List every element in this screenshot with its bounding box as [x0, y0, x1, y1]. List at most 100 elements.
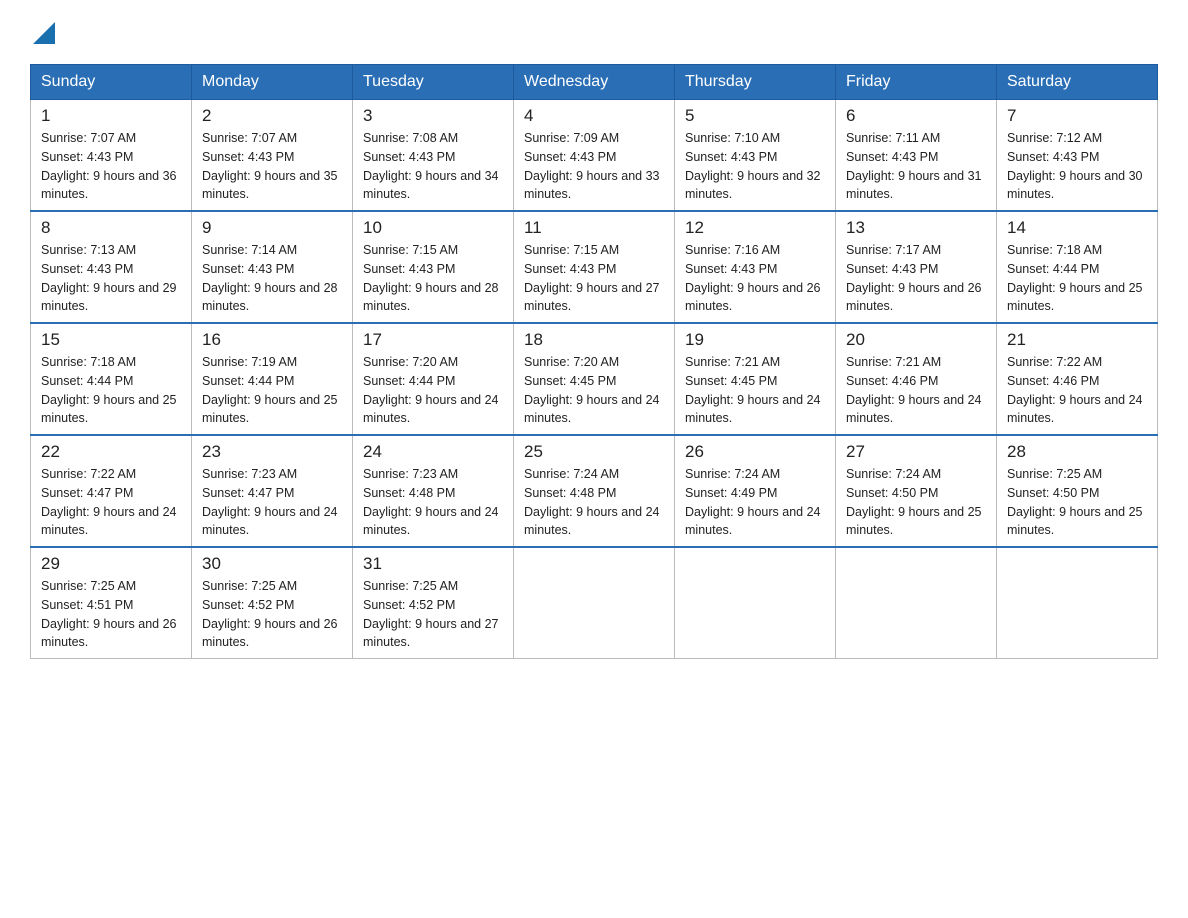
- day-info: Sunrise: 7:20 AMSunset: 4:45 PMDaylight:…: [524, 355, 660, 425]
- day-info: Sunrise: 7:22 AMSunset: 4:47 PMDaylight:…: [41, 467, 177, 537]
- weekday-header-saturday: Saturday: [997, 65, 1158, 100]
- day-number: 4: [524, 106, 664, 126]
- calendar-cell: [675, 547, 836, 659]
- week-row-5: 29 Sunrise: 7:25 AMSunset: 4:51 PMDaylig…: [31, 547, 1158, 659]
- calendar-cell: 6 Sunrise: 7:11 AMSunset: 4:43 PMDayligh…: [836, 100, 997, 212]
- calendar-cell: 12 Sunrise: 7:16 AMSunset: 4:43 PMDaylig…: [675, 211, 836, 323]
- calendar-cell: 11 Sunrise: 7:15 AMSunset: 4:43 PMDaylig…: [514, 211, 675, 323]
- calendar-cell: 13 Sunrise: 7:17 AMSunset: 4:43 PMDaylig…: [836, 211, 997, 323]
- day-info: Sunrise: 7:15 AMSunset: 4:43 PMDaylight:…: [524, 243, 660, 313]
- calendar-cell: 22 Sunrise: 7:22 AMSunset: 4:47 PMDaylig…: [31, 435, 192, 547]
- day-info: Sunrise: 7:08 AMSunset: 4:43 PMDaylight:…: [363, 131, 499, 201]
- day-number: 20: [846, 330, 986, 350]
- day-number: 30: [202, 554, 342, 574]
- day-number: 1: [41, 106, 181, 126]
- weekday-header-row: SundayMondayTuesdayWednesdayThursdayFrid…: [31, 65, 1158, 100]
- day-number: 23: [202, 442, 342, 462]
- calendar-cell: 2 Sunrise: 7:07 AMSunset: 4:43 PMDayligh…: [192, 100, 353, 212]
- calendar-cell: 26 Sunrise: 7:24 AMSunset: 4:49 PMDaylig…: [675, 435, 836, 547]
- day-info: Sunrise: 7:24 AMSunset: 4:49 PMDaylight:…: [685, 467, 821, 537]
- day-info: Sunrise: 7:24 AMSunset: 4:50 PMDaylight:…: [846, 467, 982, 537]
- day-number: 22: [41, 442, 181, 462]
- calendar-cell: 15 Sunrise: 7:18 AMSunset: 4:44 PMDaylig…: [31, 323, 192, 435]
- calendar-cell: 23 Sunrise: 7:23 AMSunset: 4:47 PMDaylig…: [192, 435, 353, 547]
- day-number: 17: [363, 330, 503, 350]
- calendar-cell: 7 Sunrise: 7:12 AMSunset: 4:43 PMDayligh…: [997, 100, 1158, 212]
- day-number: 24: [363, 442, 503, 462]
- calendar-cell: 9 Sunrise: 7:14 AMSunset: 4:43 PMDayligh…: [192, 211, 353, 323]
- logo: [30, 20, 55, 44]
- day-info: Sunrise: 7:13 AMSunset: 4:43 PMDaylight:…: [41, 243, 177, 313]
- day-info: Sunrise: 7:23 AMSunset: 4:48 PMDaylight:…: [363, 467, 499, 537]
- weekday-header-tuesday: Tuesday: [353, 65, 514, 100]
- calendar-cell: 1 Sunrise: 7:07 AMSunset: 4:43 PMDayligh…: [31, 100, 192, 212]
- day-info: Sunrise: 7:07 AMSunset: 4:43 PMDaylight:…: [202, 131, 338, 201]
- day-number: 28: [1007, 442, 1147, 462]
- day-info: Sunrise: 7:10 AMSunset: 4:43 PMDaylight:…: [685, 131, 821, 201]
- day-number: 25: [524, 442, 664, 462]
- day-number: 19: [685, 330, 825, 350]
- day-info: Sunrise: 7:07 AMSunset: 4:43 PMDaylight:…: [41, 131, 177, 201]
- day-number: 14: [1007, 218, 1147, 238]
- day-info: Sunrise: 7:20 AMSunset: 4:44 PMDaylight:…: [363, 355, 499, 425]
- page-header: [30, 20, 1158, 44]
- calendar-cell: [514, 547, 675, 659]
- day-info: Sunrise: 7:25 AMSunset: 4:50 PMDaylight:…: [1007, 467, 1143, 537]
- calendar-cell: 21 Sunrise: 7:22 AMSunset: 4:46 PMDaylig…: [997, 323, 1158, 435]
- day-number: 18: [524, 330, 664, 350]
- week-row-4: 22 Sunrise: 7:22 AMSunset: 4:47 PMDaylig…: [31, 435, 1158, 547]
- day-number: 21: [1007, 330, 1147, 350]
- day-number: 2: [202, 106, 342, 126]
- calendar-cell: 29 Sunrise: 7:25 AMSunset: 4:51 PMDaylig…: [31, 547, 192, 659]
- day-number: 31: [363, 554, 503, 574]
- weekday-header-sunday: Sunday: [31, 65, 192, 100]
- calendar-cell: 8 Sunrise: 7:13 AMSunset: 4:43 PMDayligh…: [31, 211, 192, 323]
- day-number: 26: [685, 442, 825, 462]
- day-info: Sunrise: 7:17 AMSunset: 4:43 PMDaylight:…: [846, 243, 982, 313]
- day-info: Sunrise: 7:18 AMSunset: 4:44 PMDaylight:…: [41, 355, 177, 425]
- calendar-cell: 19 Sunrise: 7:21 AMSunset: 4:45 PMDaylig…: [675, 323, 836, 435]
- calendar-cell: 17 Sunrise: 7:20 AMSunset: 4:44 PMDaylig…: [353, 323, 514, 435]
- calendar-cell: 16 Sunrise: 7:19 AMSunset: 4:44 PMDaylig…: [192, 323, 353, 435]
- weekday-header-wednesday: Wednesday: [514, 65, 675, 100]
- calendar-cell: 5 Sunrise: 7:10 AMSunset: 4:43 PMDayligh…: [675, 100, 836, 212]
- calendar-cell: 28 Sunrise: 7:25 AMSunset: 4:50 PMDaylig…: [997, 435, 1158, 547]
- day-number: 16: [202, 330, 342, 350]
- day-info: Sunrise: 7:25 AMSunset: 4:51 PMDaylight:…: [41, 579, 177, 649]
- day-info: Sunrise: 7:24 AMSunset: 4:48 PMDaylight:…: [524, 467, 660, 537]
- day-number: 12: [685, 218, 825, 238]
- day-number: 8: [41, 218, 181, 238]
- day-info: Sunrise: 7:21 AMSunset: 4:46 PMDaylight:…: [846, 355, 982, 425]
- week-row-1: 1 Sunrise: 7:07 AMSunset: 4:43 PMDayligh…: [31, 100, 1158, 212]
- day-number: 29: [41, 554, 181, 574]
- day-info: Sunrise: 7:14 AMSunset: 4:43 PMDaylight:…: [202, 243, 338, 313]
- day-number: 15: [41, 330, 181, 350]
- day-info: Sunrise: 7:11 AMSunset: 4:43 PMDaylight:…: [846, 131, 982, 201]
- calendar-cell: 3 Sunrise: 7:08 AMSunset: 4:43 PMDayligh…: [353, 100, 514, 212]
- calendar-cell: 18 Sunrise: 7:20 AMSunset: 4:45 PMDaylig…: [514, 323, 675, 435]
- day-info: Sunrise: 7:23 AMSunset: 4:47 PMDaylight:…: [202, 467, 338, 537]
- calendar-table: SundayMondayTuesdayWednesdayThursdayFrid…: [30, 64, 1158, 659]
- day-number: 10: [363, 218, 503, 238]
- calendar-cell: 30 Sunrise: 7:25 AMSunset: 4:52 PMDaylig…: [192, 547, 353, 659]
- day-info: Sunrise: 7:15 AMSunset: 4:43 PMDaylight:…: [363, 243, 499, 313]
- day-number: 13: [846, 218, 986, 238]
- day-number: 3: [363, 106, 503, 126]
- day-info: Sunrise: 7:18 AMSunset: 4:44 PMDaylight:…: [1007, 243, 1143, 313]
- weekday-header-monday: Monday: [192, 65, 353, 100]
- day-info: Sunrise: 7:16 AMSunset: 4:43 PMDaylight:…: [685, 243, 821, 313]
- day-info: Sunrise: 7:12 AMSunset: 4:43 PMDaylight:…: [1007, 131, 1143, 201]
- day-info: Sunrise: 7:25 AMSunset: 4:52 PMDaylight:…: [363, 579, 499, 649]
- week-row-3: 15 Sunrise: 7:18 AMSunset: 4:44 PMDaylig…: [31, 323, 1158, 435]
- calendar-cell: 20 Sunrise: 7:21 AMSunset: 4:46 PMDaylig…: [836, 323, 997, 435]
- calendar-cell: 4 Sunrise: 7:09 AMSunset: 4:43 PMDayligh…: [514, 100, 675, 212]
- day-info: Sunrise: 7:21 AMSunset: 4:45 PMDaylight:…: [685, 355, 821, 425]
- week-row-2: 8 Sunrise: 7:13 AMSunset: 4:43 PMDayligh…: [31, 211, 1158, 323]
- day-info: Sunrise: 7:09 AMSunset: 4:43 PMDaylight:…: [524, 131, 660, 201]
- calendar-cell: 25 Sunrise: 7:24 AMSunset: 4:48 PMDaylig…: [514, 435, 675, 547]
- day-number: 5: [685, 106, 825, 126]
- weekday-header-friday: Friday: [836, 65, 997, 100]
- calendar-cell: 14 Sunrise: 7:18 AMSunset: 4:44 PMDaylig…: [997, 211, 1158, 323]
- calendar-cell: 24 Sunrise: 7:23 AMSunset: 4:48 PMDaylig…: [353, 435, 514, 547]
- logo-triangle-icon: [33, 22, 55, 44]
